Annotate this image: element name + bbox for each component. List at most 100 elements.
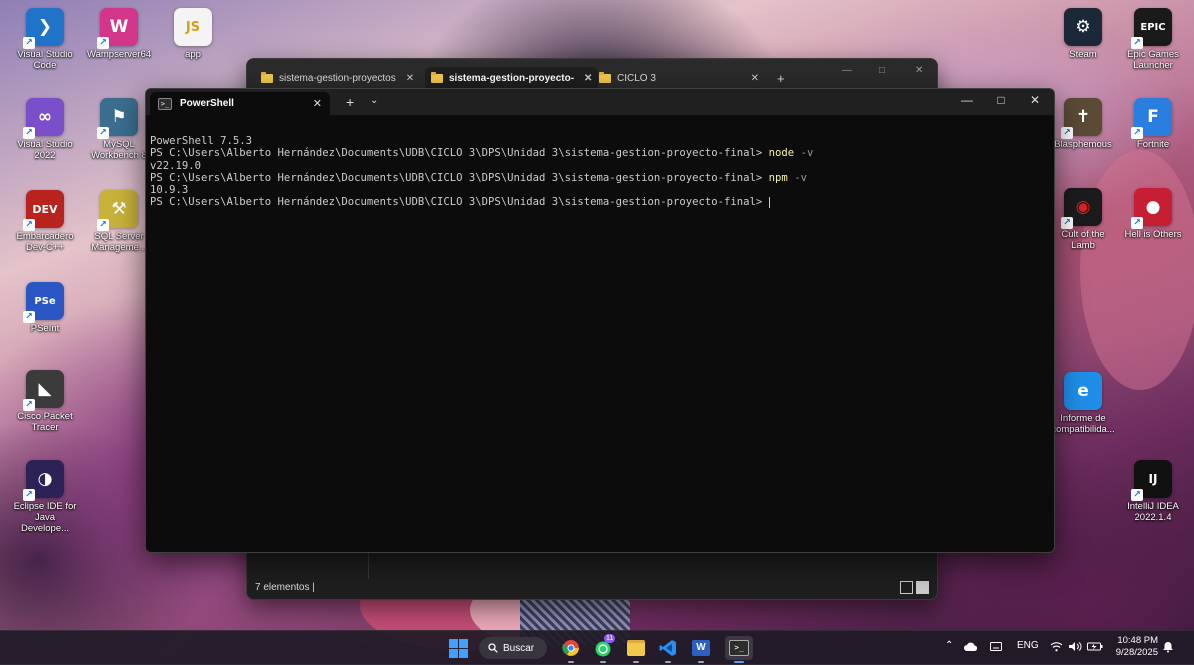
desktop-icon-wampserver[interactable]: W ↗ Wampserver64 [86,8,152,60]
desktop-icon-visual-studio[interactable]: ∞ ↗ Visual Studio 2022 [12,98,78,161]
terminal-line: PS C:\Users\Alberto Hernández\Documents\… [150,196,1050,208]
dev-cpp-icon: DEV ↗ [23,190,64,231]
command: node [768,147,795,160]
desktop-icon-sql-server[interactable]: ⚒ ↗ SQL Server Manageme... [86,190,152,253]
taskbar: Buscar 11 W >_ ⌃ ENG 10:48 PM 9/28/2025 [0,630,1194,665]
desktop-icon-eclipse[interactable]: ◑ ↗ Eclipse IDE for Java Develope... [12,460,78,534]
new-tab-button[interactable]: + [771,67,791,89]
close-tab-icon[interactable]: ✕ [584,73,592,84]
dropdown-icon[interactable]: ⌄ [370,95,378,106]
desktop-icon-label: Steam [1069,49,1097,60]
search-icon [488,643,498,653]
desktop-icon-label: Epic Games Launcher [1127,49,1179,71]
desktop-icon-intellij[interactable]: IJ ↗ IntelliJ IDEA 2022.1.4 [1120,460,1186,523]
desktop-icon-epic-games[interactable]: EPIC ↗ Epic Games Launcher [1120,8,1186,71]
powershell-terminal-window[interactable]: >_ PowerShell ✕ + ⌄ — □ ✕ PowerShell 7.5… [145,88,1055,553]
desktop-icon-packet-tracer[interactable]: ◣ ↗ Cisco Packet Tracer [12,370,78,433]
maximize-button[interactable]: □ [879,65,885,76]
taskbar-terminal[interactable]: >_ [725,636,753,663]
terminal-tab-powershell[interactable]: >_ PowerShell ✕ [150,92,330,115]
desktop-icon-steam[interactable]: ⚙ Steam [1050,8,1116,60]
maximize-button[interactable]: □ [984,93,1018,107]
minimize-button[interactable]: — [842,65,852,76]
close-window-button[interactable]: ✕ [1018,93,1052,107]
desktop-icon-pseint[interactable]: PSe ↗ PSeInt [12,282,78,334]
explorer-tab-bar: sistema-gestion-proyectos ✕ sistema-gest… [247,59,937,89]
desktop-icon-label: Fortnite [1136,139,1170,150]
active-indicator [734,661,744,663]
command-argument: -v [787,171,807,184]
fortnite-icon: F ↗ [1131,98,1172,139]
desktop-icon-dev-cpp[interactable]: DEV ↗ Embarcadero Dev-C++ [12,190,78,253]
running-indicator [698,661,704,663]
command: npm [768,171,788,184]
folder-icon [431,71,443,83]
edge-icon: e [1064,372,1102,410]
terminal-icon: >_ [729,640,749,656]
notifications-icon[interactable] [1162,641,1174,653]
battery-charging-icon[interactable] [1087,641,1103,652]
clock-date: 9/28/2025 [1115,647,1158,658]
terminal-output[interactable]: PowerShell 7.5.3 PS C:\Users\Alberto Hern… [150,123,1050,548]
close-tab-icon[interactable]: ✕ [751,73,759,84]
desktop-icon-label: MySQL Workbench 8 [91,139,147,161]
taskbar-search[interactable]: Buscar [479,637,547,659]
prompt: PS C:\Users\Alberto Hernández\Documents\… [150,196,769,209]
taskbar-file-explorer[interactable] [624,636,648,663]
desktop-icon-label: Cult of the Lamb [1061,229,1105,251]
status-bar-item-count: 7 elementos | [255,582,315,593]
command-argument: -v [794,147,814,160]
packet-tracer-icon: ◣ ↗ [23,370,64,411]
show-hidden-icons-chevron-icon[interactable]: ⌃ [945,640,953,651]
folder-icon [627,640,645,656]
tiles-view-icon[interactable] [916,581,929,594]
wampserver-icon: W ↗ [97,8,138,49]
desktop-icon-vscode[interactable]: ❯ ↗ Visual Studio Code [12,8,78,71]
explorer-tab-1[interactable]: sistema-gestion-proyectos ✕ [255,67,420,89]
taskbar-chrome[interactable] [559,636,583,663]
desktop-icon-fortnite[interactable]: F ↗ Fortnite [1120,98,1186,150]
start-button[interactable] [446,636,470,660]
desktop-icon-app[interactable]: JS app [160,8,226,60]
desktop-icon-cult-of-the-lamb[interactable]: ◉ ↗ Cult of the Lamb [1050,188,1116,251]
desktop-icon-label: Wampserver64 [86,49,152,60]
new-tab-button[interactable]: + [346,94,354,110]
terminal-line: v22.19.0 [150,159,202,172]
blasphemous-icon: ✝ ↗ [1061,98,1102,139]
desktop-icon-hell-is-others[interactable]: ● ↗ Hell is Others [1120,188,1186,240]
view-toggle[interactable] [900,581,929,594]
close-tab-icon[interactable]: ✕ [406,73,414,84]
terminal-line: 10.9.3 [150,183,189,196]
explorer-tab-3[interactable]: CICLO 3 ✕ [593,67,765,89]
system-clock[interactable]: 10:48 PM 9/28/2025 [1110,635,1158,659]
explorer-tab-label: sistema-gestion-proyecto- [449,72,575,84]
desktop-icon-label: Visual Studio Code [17,49,73,71]
volume-icon[interactable] [1068,641,1082,652]
taskbar-whatsapp[interactable]: 11 [591,634,616,663]
desktop-icon-mysql-workbench[interactable]: ⚑ ↗ MySQL Workbench 8 [86,98,152,161]
close-tab-icon[interactable]: ✕ [313,97,322,110]
notification-badge: 11 [604,634,616,643]
language-indicator[interactable]: ENG [1017,640,1039,651]
details-view-icon[interactable] [900,581,913,594]
onedrive-cloud-icon[interactable] [964,642,978,652]
powershell-icon: >_ [158,97,172,110]
minimize-button[interactable]: — [950,93,984,107]
close-window-button[interactable]: ✕ [915,65,923,76]
prompt: PS C:\Users\Alberto Hernández\Documents\… [150,147,769,160]
word-icon: W [692,640,710,656]
search-label: Buscar [503,642,535,654]
desktop-icon-label: Embarcadero Dev-C++ [16,231,74,253]
desktop-icon-compatibility-report[interactable]: e Informe de compatibilida... [1050,372,1116,435]
keyboard-icon[interactable] [990,641,1002,652]
explorer-tab-2[interactable]: sistema-gestion-proyecto- ✕ [425,67,599,89]
taskbar-vscode[interactable] [656,636,680,663]
chrome-icon [562,640,579,656]
desktop-icon-label: Informe de compatibilida... [1051,413,1115,435]
pseint-icon: PSe ↗ [23,282,64,323]
taskbar-word[interactable]: W [689,636,713,663]
desktop-icon-label: app [185,49,201,60]
wifi-icon[interactable] [1050,641,1063,652]
desktop-icon-label: IntelliJ IDEA 2022.1.4 [1127,501,1179,523]
desktop-icon-blasphemous[interactable]: ✝ ↗ Blasphemous [1050,98,1116,150]
